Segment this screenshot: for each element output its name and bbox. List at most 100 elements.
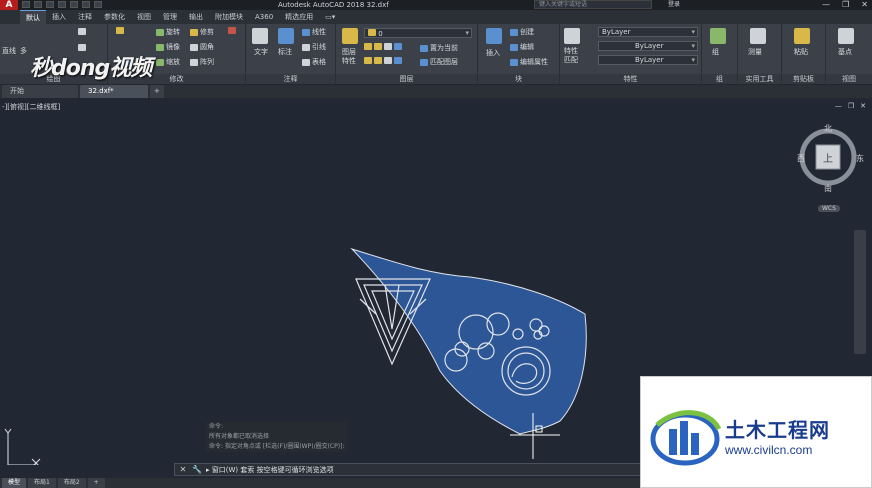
tab-parametric[interactable]: 参数化 bbox=[98, 10, 131, 24]
tab-default[interactable]: 默认 bbox=[20, 10, 46, 24]
close-button[interactable]: ✕ bbox=[861, 0, 868, 10]
layer-properties-button[interactable]: 图层 特性 bbox=[342, 48, 356, 66]
annotation-panel-title[interactable]: 注释 bbox=[246, 74, 335, 84]
edit-block-button[interactable]: 编辑 bbox=[510, 42, 534, 52]
paste-button[interactable]: 粘贴 bbox=[794, 47, 808, 57]
save-icon[interactable] bbox=[46, 1, 54, 8]
tab-insert[interactable]: 插入 bbox=[46, 10, 72, 24]
table-button[interactable]: 表格 bbox=[302, 57, 326, 67]
color-dropdown[interactable]: ByLayer bbox=[598, 27, 698, 37]
view-panel-title[interactable]: 视图 bbox=[826, 74, 872, 84]
viewcube-top-face[interactable]: 上 bbox=[823, 150, 833, 165]
line-button[interactable]: 直线 bbox=[2, 46, 16, 56]
erase-button[interactable] bbox=[228, 27, 236, 34]
insert-block-icon[interactable] bbox=[486, 28, 502, 44]
measure-button[interactable]: 测量 bbox=[748, 47, 762, 57]
viewcube-east[interactable]: 东 bbox=[856, 153, 864, 164]
print-icon[interactable] bbox=[70, 1, 78, 8]
leader-button[interactable]: 引线 bbox=[302, 42, 326, 52]
viewport-minimize-button[interactable]: — bbox=[835, 102, 842, 110]
layout-tab-model[interactable]: 模型 bbox=[2, 478, 27, 488]
tab-featured-apps[interactable]: 精选应用 bbox=[279, 10, 319, 24]
tab-annotate[interactable]: 注释 bbox=[72, 10, 98, 24]
groups-panel-title[interactable]: 组 bbox=[702, 74, 737, 84]
viewcube-west[interactable]: 西 bbox=[797, 153, 805, 164]
block-panel-title[interactable]: 块 bbox=[478, 74, 559, 84]
scale-button[interactable]: 缩放 bbox=[156, 57, 180, 67]
polyline-button[interactable]: 多 bbox=[20, 46, 27, 56]
text-icon[interactable] bbox=[252, 28, 268, 44]
viewcube-south[interactable]: 南 bbox=[824, 183, 832, 194]
properties-panel-title[interactable]: 特性 bbox=[560, 74, 701, 84]
move-button[interactable] bbox=[116, 27, 124, 34]
restore-button[interactable]: ❐ bbox=[842, 0, 849, 10]
close-command-line-icon[interactable]: ✕ bbox=[178, 465, 188, 474]
open-file-icon[interactable] bbox=[34, 1, 42, 8]
tab-view[interactable]: 视图 bbox=[131, 10, 157, 24]
tab-output[interactable]: 输出 bbox=[183, 10, 209, 24]
layer-dropdown[interactable]: 0 bbox=[364, 28, 472, 38]
lineweight-dropdown[interactable]: ByLayer bbox=[598, 55, 698, 65]
linear-button[interactable]: 线性 bbox=[302, 27, 326, 37]
insert-block-button[interactable]: 插入 bbox=[486, 48, 500, 58]
add-layout-button[interactable]: + bbox=[87, 478, 105, 488]
match-properties-button[interactable]: 特性 匹配 bbox=[564, 47, 578, 65]
viewcube-north[interactable]: 北 bbox=[824, 123, 832, 134]
tab-ribbon-toggle[interactable]: ▭▾ bbox=[319, 10, 341, 24]
layer-properties-icon[interactable] bbox=[342, 28, 358, 44]
doc-tab-32dxf[interactable]: 32.dxf* bbox=[80, 85, 148, 98]
array-button[interactable]: 阵列 bbox=[190, 57, 214, 67]
customize-icon[interactable]: 🔧 bbox=[192, 465, 202, 474]
tab-addins[interactable]: 附加模块 bbox=[209, 10, 249, 24]
wcs-menu[interactable]: WCS bbox=[818, 205, 840, 212]
circle-button[interactable] bbox=[78, 28, 86, 35]
group-button[interactable]: 组 bbox=[712, 47, 719, 57]
match-layer-button[interactable]: 匹配图层 bbox=[420, 57, 458, 67]
new-tab-button[interactable]: + bbox=[150, 85, 164, 98]
trim-button[interactable]: 修剪 bbox=[190, 27, 214, 37]
match-properties-label: 特性 匹配 bbox=[564, 47, 578, 64]
command-line[interactable]: ✕ 🔧 ▸ 窗口(W) 套索 按空格键可循环浏览选项 bbox=[174, 463, 644, 476]
help-search-input[interactable]: 键入关键字或短语 bbox=[534, 0, 652, 9]
rotate-button[interactable]: 旋转 bbox=[156, 27, 180, 37]
utilities-panel-title[interactable]: 实用工具 bbox=[738, 74, 781, 84]
create-block-button[interactable]: 创建 bbox=[510, 27, 534, 37]
login-button[interactable]: 登录 bbox=[668, 0, 680, 10]
layout-tab-2[interactable]: 布局2 bbox=[57, 478, 86, 488]
layer-tools-row2[interactable] bbox=[364, 57, 402, 64]
dimension-button[interactable]: 标注 bbox=[278, 47, 292, 57]
match-properties-icon[interactable] bbox=[564, 28, 580, 44]
layers-panel-title[interactable]: 图层 bbox=[336, 74, 477, 84]
tab-a360[interactable]: A360 bbox=[249, 10, 279, 24]
viewport-label[interactable]: -][俯视][二维线框] bbox=[2, 102, 60, 112]
make-current-button[interactable]: 置为当前 bbox=[420, 43, 458, 53]
undo-icon[interactable] bbox=[82, 1, 90, 8]
base-point-button[interactable]: 基点 bbox=[838, 47, 852, 57]
group-icon[interactable] bbox=[710, 28, 726, 44]
linetype-dropdown[interactable]: ByLayer bbox=[598, 41, 698, 51]
viewport-close-button[interactable]: ✕ bbox=[860, 102, 866, 110]
mirror-button[interactable]: 镜像 bbox=[156, 42, 180, 52]
edit-attributes-button[interactable]: 编辑属性 bbox=[510, 57, 548, 67]
clipboard-panel-title[interactable]: 剪贴板 bbox=[782, 74, 825, 84]
tab-manage[interactable]: 管理 bbox=[157, 10, 183, 24]
trim-label: 修剪 bbox=[200, 28, 214, 36]
dimension-icon[interactable] bbox=[278, 28, 294, 44]
navigation-bar[interactable] bbox=[854, 230, 866, 354]
layout-tab-1[interactable]: 布局1 bbox=[28, 478, 56, 488]
new-file-icon[interactable] bbox=[22, 1, 30, 8]
doc-tab-start[interactable]: 开始 bbox=[2, 85, 78, 98]
text-button[interactable]: 文字 bbox=[254, 47, 268, 57]
redo-icon[interactable] bbox=[94, 1, 102, 8]
save-as-icon[interactable] bbox=[58, 1, 66, 8]
paste-icon[interactable] bbox=[794, 28, 810, 44]
application-menu-button[interactable]: A bbox=[0, 0, 18, 10]
layer-tools-row1[interactable] bbox=[364, 43, 402, 50]
viewport-restore-button[interactable]: ❐ bbox=[848, 102, 854, 110]
minimize-button[interactable]: — bbox=[822, 0, 830, 10]
command-line-prompt[interactable]: ▸ 窗口(W) 套索 按空格键可循环浏览选项 bbox=[206, 465, 334, 475]
fillet-button[interactable]: 圆角 bbox=[190, 42, 214, 52]
measure-icon[interactable] bbox=[750, 28, 766, 44]
erase-icon bbox=[228, 27, 236, 34]
base-point-icon[interactable] bbox=[838, 28, 854, 44]
